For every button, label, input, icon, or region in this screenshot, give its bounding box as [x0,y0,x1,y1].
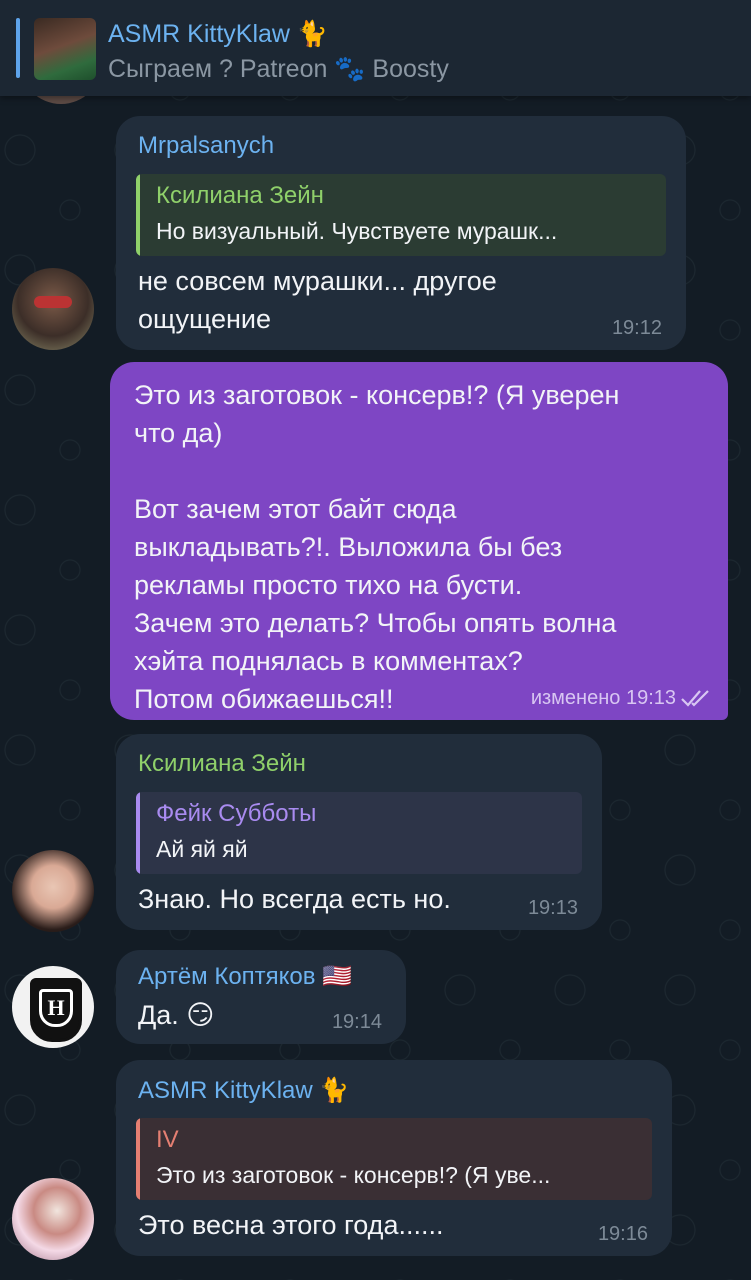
message-bubble[interactable]: Артём Коптяков 🇺🇸 Да. 😏 19:14 [116,950,406,1044]
pinned-message-bar[interactable]: ASMR KittyKlaw 🐈 Сыграем ? Patreon 🐾 Boo… [0,0,751,96]
message-sender[interactable]: ASMR KittyKlaw 🐈 [138,1076,349,1105]
message-time: 19:14 [331,1011,382,1033]
double-check-icon [681,690,709,707]
outgoing-message-bubble[interactable]: Это из заготовок - консерв!? (Я уверен ч… [110,362,728,720]
reply-quote[interactable]: IV Это из заготовок - консерв!? (Я уве..… [136,1118,652,1200]
avatar[interactable]: H [12,966,94,1048]
message-text: Это из заготовок - консерв!? (Я уверен ч… [134,380,620,714]
pinned-indicator [16,18,20,78]
reply-quote[interactable]: Ксилиана Зейн Но визуальный. Чувствуете … [136,174,666,256]
message-time: 19:13 [527,897,578,919]
quote-text: Это из заготовок - консерв!? (Я уве... [156,1162,551,1188]
message-text: Да. 😏 [138,1000,215,1030]
message-text: Это весна этого года...... [138,1210,444,1240]
message-time: изменено 19:13 [530,687,676,709]
avatar[interactable] [12,850,94,932]
quote-text: Но визуальный. Чувствуете мурашк... [156,218,558,244]
pinned-subtitle: Сыграем ? Patreon 🐾 Boosty [108,55,449,83]
message-text: Знаю. Но всегда есть но. [138,884,451,914]
avatar[interactable] [12,1178,94,1260]
quote-sender: IV [156,1126,179,1153]
quote-text: Ай яй яй [156,836,248,862]
message-sender[interactable]: Mrpalsanych [138,132,274,160]
message-time: 19:12 [611,317,662,339]
pinned-thumbnail [34,18,96,80]
message-time: 19:16 [597,1223,648,1245]
reply-quote[interactable]: Фейк Субботы Ай яй яй [136,792,582,874]
message-bubble[interactable]: Ксилиана Зейн Фейк Субботы Ай яй яй Знаю… [116,734,602,930]
quote-sender: Фейк Субботы [156,800,317,827]
message-bubble[interactable]: Mrpalsanych Ксилиана Зейн Но визуальный.… [116,116,686,350]
quote-bar [136,174,140,256]
quote-bar [136,1118,140,1200]
sunglasses-icon [34,296,72,308]
pinned-title: ASMR KittyKlaw 🐈 [108,20,329,48]
shield-logo-icon: H [30,978,82,1042]
avatar[interactable] [12,268,94,350]
quote-bar [136,792,140,874]
message-bubble[interactable]: ASMR KittyKlaw 🐈 IV Это из заготовок - к… [116,1060,672,1256]
message-sender[interactable]: Артём Коптяков 🇺🇸 [138,962,352,991]
message-text: не совсем мурашки... другое ощущение [138,266,497,334]
message-sender[interactable]: Ксилиана Зейн [138,750,306,778]
quote-sender: Ксилиана Зейн [156,182,324,209]
